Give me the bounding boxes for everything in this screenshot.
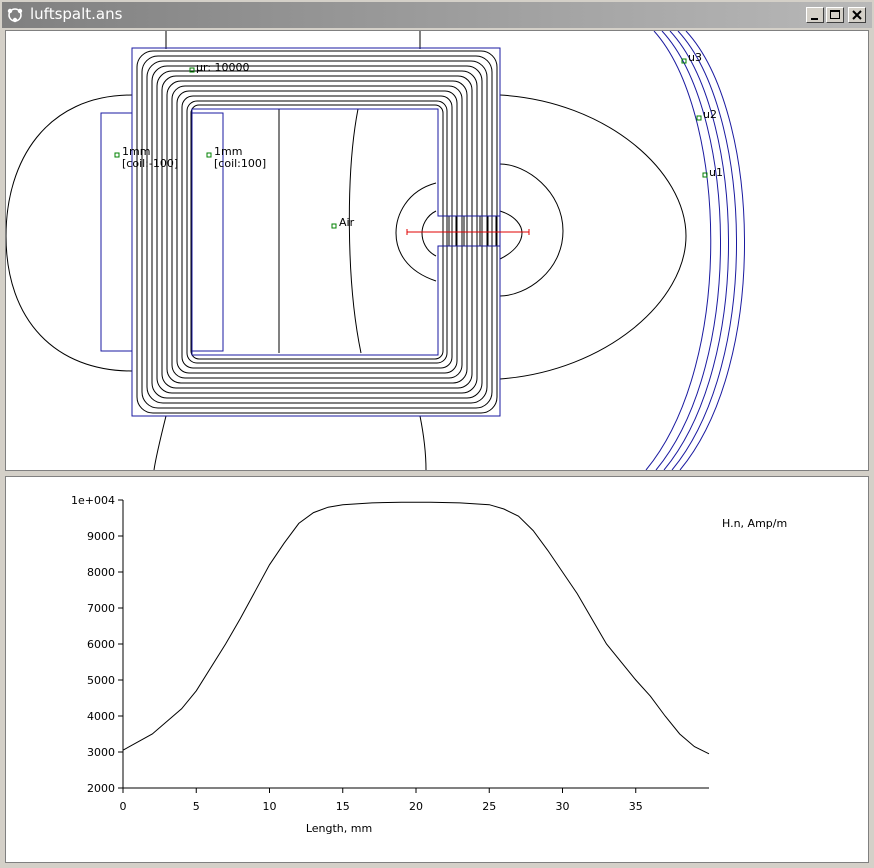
chart-pane[interactable]: 2000 3000 4000 5000 6000 7000 8000 9000 1e+004 0… [5, 476, 869, 863]
app-window: luftspalt.ans μr: 10000 1mm [coil:-100] … [0, 0, 874, 868]
legend-label: H.n, Amp/m [722, 517, 787, 530]
close-button[interactable] [848, 7, 866, 23]
maximize-button[interactable] [826, 7, 844, 23]
app-logo-icon [7, 8, 23, 23]
label-markers [114, 58, 708, 229]
x-tick-label: 35 [629, 800, 643, 813]
x-tick-label: 0 [120, 800, 127, 813]
field-view-pane[interactable]: μr: 10000 1mm [coil:-100] 1mm [coil:100]… [5, 30, 869, 471]
window-title: luftspalt.ans [30, 5, 123, 23]
geometry-outline [100, 30, 745, 471]
label-coil-right-current: [coil:100] [214, 157, 266, 170]
series-line-hn [122, 501, 710, 755]
label-u3: u3 [688, 51, 702, 64]
x-tick-label: 15 [336, 800, 350, 813]
field-plot[interactable]: μr: 10000 1mm [coil:-100] 1mm [coil:100]… [5, 30, 868, 471]
x-axis-label: Length, mm [306, 822, 372, 835]
y-tick-label: 8000 [87, 566, 115, 579]
x-tick-label: 30 [556, 800, 570, 813]
label-u2: u2 [703, 108, 717, 121]
label-coil-left-current: [coil:-100] [122, 157, 178, 170]
minimize-icon [811, 18, 818, 20]
minimize-button[interactable] [806, 7, 824, 23]
close-icon [852, 10, 862, 20]
y-tick-label: 9000 [87, 530, 115, 543]
x-tick-label: 10 [263, 800, 277, 813]
y-tick-label: 7000 [87, 602, 115, 615]
y-tick-label: 3000 [87, 746, 115, 759]
x-tick-label: 25 [482, 800, 496, 813]
field-lines [5, 31, 687, 471]
y-tick-label: 5000 [87, 674, 115, 687]
label-air: Air [339, 216, 355, 229]
y-tick-label: 1e+004 [71, 494, 115, 507]
label-mu-core: μr: 10000 [196, 61, 250, 74]
y-tick-label: 4000 [87, 710, 115, 723]
y-tick-label: 6000 [87, 638, 115, 651]
label-u1: u1 [709, 166, 723, 179]
maximize-icon [830, 10, 840, 19]
contour-line[interactable] [406, 229, 530, 235]
x-tick-label: 5 [193, 800, 200, 813]
y-tick-label: 2000 [87, 782, 115, 795]
x-tick-label: 20 [409, 800, 423, 813]
line-chart: 2000 3000 4000 5000 6000 7000 8000 9000 1e+004 0… [71, 494, 787, 835]
title-bar[interactable]: luftspalt.ans [2, 2, 872, 28]
